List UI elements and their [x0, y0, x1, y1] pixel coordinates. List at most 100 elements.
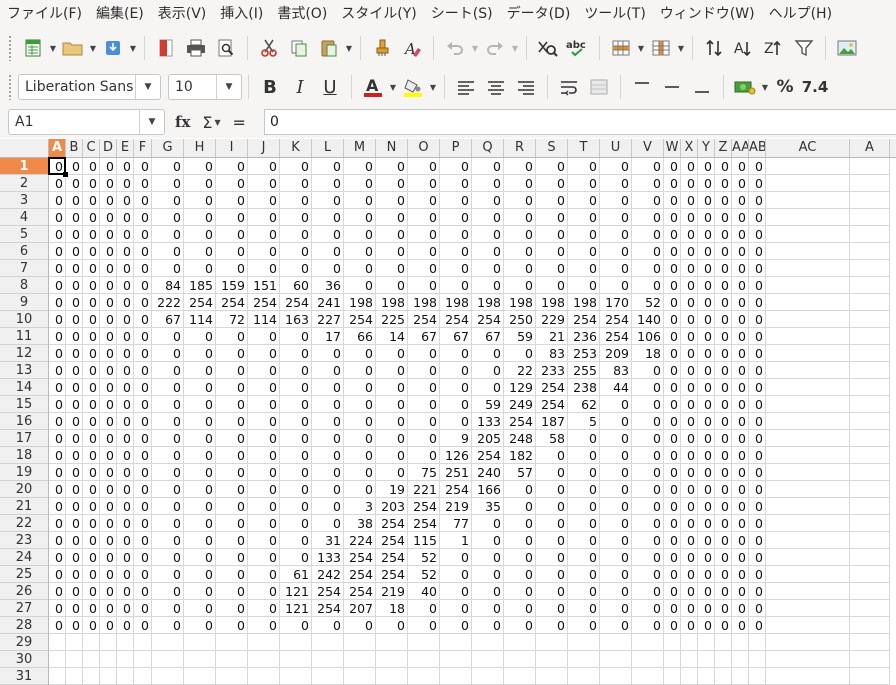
- cell[interactable]: 0: [600, 158, 632, 175]
- cell[interactable]: 0: [152, 430, 184, 447]
- cell[interactable]: 0: [732, 396, 749, 413]
- cell[interactable]: 0: [66, 464, 83, 481]
- cell[interactable]: 0: [749, 413, 766, 430]
- column-header[interactable]: X: [681, 139, 698, 157]
- row-header[interactable]: 14: [0, 379, 48, 396]
- cell[interactable]: 0: [376, 226, 408, 243]
- cell[interactable]: 222: [152, 294, 184, 311]
- column-header[interactable]: AC: [766, 139, 850, 157]
- cell[interactable]: 0: [715, 583, 732, 600]
- cell[interactable]: 0: [248, 362, 280, 379]
- cell[interactable]: 0: [472, 209, 504, 226]
- cell[interactable]: 0: [100, 515, 117, 532]
- cell[interactable]: 0: [664, 549, 681, 566]
- cell[interactable]: 0: [280, 447, 312, 464]
- cell[interactable]: 0: [134, 430, 152, 447]
- cell[interactable]: 0: [216, 260, 248, 277]
- cell[interactable]: 0: [280, 158, 312, 175]
- cell[interactable]: 0: [83, 600, 100, 617]
- cell[interactable]: 0: [134, 158, 152, 175]
- column-header[interactable]: D: [100, 139, 117, 157]
- cell[interactable]: 0: [536, 260, 568, 277]
- cell[interactable]: 0: [117, 243, 134, 260]
- cell[interactable]: 0: [536, 515, 568, 532]
- cell[interactable]: 0: [117, 430, 134, 447]
- cell[interactable]: 0: [66, 617, 83, 634]
- cell[interactable]: 0: [440, 617, 472, 634]
- cell[interactable]: 0: [152, 396, 184, 413]
- row-header[interactable]: 1: [0, 158, 48, 175]
- cell[interactable]: 0: [152, 566, 184, 583]
- cell[interactable]: 0: [216, 515, 248, 532]
- cell[interactable]: 0: [568, 481, 600, 498]
- cell[interactable]: 0: [312, 464, 344, 481]
- cell[interactable]: 0: [152, 600, 184, 617]
- row-header[interactable]: 27: [0, 600, 48, 617]
- cell[interactable]: 19: [376, 481, 408, 498]
- cell[interactable]: 0: [312, 226, 344, 243]
- cell[interactable]: 0: [568, 583, 600, 600]
- cell[interactable]: 0: [472, 515, 504, 532]
- cell[interactable]: 0: [184, 226, 216, 243]
- cell[interactable]: 0: [681, 430, 698, 447]
- cell[interactable]: 0: [312, 481, 344, 498]
- cell[interactable]: 0: [248, 243, 280, 260]
- cell[interactable]: 0: [568, 566, 600, 583]
- cell[interactable]: 0: [117, 362, 134, 379]
- cell[interactable]: 0: [100, 566, 117, 583]
- cell[interactable]: 84: [152, 277, 184, 294]
- cell[interactable]: 0: [698, 362, 715, 379]
- cell[interactable]: 0: [280, 430, 312, 447]
- align-bottom-icon[interactable]: [688, 73, 716, 101]
- cell[interactable]: 0: [216, 464, 248, 481]
- column-header[interactable]: I: [216, 139, 248, 157]
- cell[interactable]: 0: [472, 260, 504, 277]
- cell[interactable]: 254: [472, 447, 504, 464]
- cell[interactable]: 22: [504, 362, 536, 379]
- cell[interactable]: 0: [749, 481, 766, 498]
- cell[interactable]: 0: [134, 192, 152, 209]
- cell[interactable]: 0: [216, 175, 248, 192]
- cell[interactable]: 0: [66, 328, 83, 345]
- cell[interactable]: 0: [698, 277, 715, 294]
- cell[interactable]: 0: [732, 226, 749, 243]
- cell[interactable]: 0: [600, 277, 632, 294]
- cell[interactable]: 0: [749, 515, 766, 532]
- cell[interactable]: 0: [83, 328, 100, 345]
- sum-dropdown-arrow[interactable]: ▼: [213, 108, 223, 136]
- cell[interactable]: 0: [681, 515, 698, 532]
- cell[interactable]: 0: [344, 447, 376, 464]
- cell[interactable]: 0: [312, 430, 344, 447]
- cell[interactable]: 0: [117, 158, 134, 175]
- cell[interactable]: 254: [536, 396, 568, 413]
- cell[interactable]: 0: [600, 532, 632, 549]
- cell[interactable]: 0: [664, 243, 681, 260]
- column-header[interactable]: Y: [698, 139, 715, 157]
- cell[interactable]: 0: [408, 617, 440, 634]
- cell[interactable]: 0: [117, 311, 134, 328]
- cell[interactable]: 106: [632, 328, 664, 345]
- cell[interactable]: 0: [472, 600, 504, 617]
- cell[interactable]: 0: [715, 243, 732, 260]
- cell[interactable]: 0: [152, 515, 184, 532]
- cell[interactable]: 0: [49, 396, 66, 413]
- toolbar-gripper[interactable]: [8, 35, 12, 61]
- cell[interactable]: 18: [376, 600, 408, 617]
- cell[interactable]: 0: [49, 481, 66, 498]
- cell[interactable]: 227: [312, 311, 344, 328]
- cell[interactable]: 77: [440, 515, 472, 532]
- cell[interactable]: 0: [600, 583, 632, 600]
- cell[interactable]: 0: [715, 226, 732, 243]
- spelling-icon[interactable]: abc: [564, 34, 592, 62]
- cell[interactable]: 52: [632, 294, 664, 311]
- function-wizard-icon[interactable]: fx: [175, 113, 190, 131]
- cell[interactable]: 0: [440, 192, 472, 209]
- cell[interactable]: 0: [715, 464, 732, 481]
- cell[interactable]: 0: [698, 192, 715, 209]
- cell[interactable]: 0: [715, 532, 732, 549]
- cell[interactable]: 219: [440, 498, 472, 515]
- cell[interactable]: 0: [568, 430, 600, 447]
- cell[interactable]: 0: [134, 498, 152, 515]
- cell[interactable]: 0: [681, 498, 698, 515]
- cell[interactable]: 0: [376, 379, 408, 396]
